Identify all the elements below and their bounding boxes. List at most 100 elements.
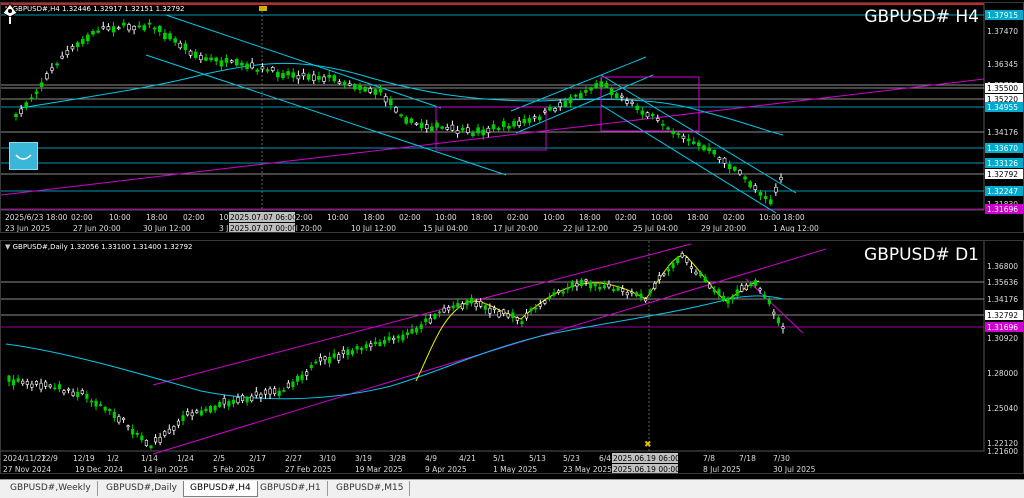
h4-candle: [137, 25, 142, 28]
h4-time-label: 10:00: [651, 213, 673, 222]
h4-cyan-channel-upper: [165, 14, 442, 109]
d1-candle: [744, 284, 748, 290]
d1-price-label: 1.21600: [987, 447, 1018, 456]
h4-candle: [522, 118, 527, 124]
d1-candle: [227, 401, 231, 407]
h4-time-label: 18:00: [363, 213, 385, 222]
h4-candle: [96, 30, 100, 33]
h4-time-label: 2025/6/23 18:00: [5, 213, 68, 222]
h4-candle: [60, 55, 65, 59]
d1-candle: [666, 269, 671, 272]
d1-candle: [396, 335, 400, 339]
cup-tool-icon[interactable]: [9, 142, 38, 170]
h4-candle: [681, 135, 686, 139]
h4-marker: [259, 6, 267, 11]
d1-candle: [144, 440, 148, 446]
d1-candle: [735, 289, 739, 296]
h4-candle: [409, 118, 414, 123]
h4-candle: [476, 127, 480, 134]
h4-candle: [39, 82, 44, 87]
d1-candle: [364, 344, 368, 349]
d1-chart-pane[interactable]: 1.36800 1.35636 1.34176 1.32792 1.31696 1.309…: [0, 240, 1024, 474]
h4-price-label: 1.36345: [987, 60, 1018, 69]
h4-candle: [317, 75, 321, 80]
h4-candle: [697, 142, 701, 147]
d1-candle: [570, 281, 574, 288]
d1-candle: [767, 299, 771, 305]
h4-candle: [763, 196, 768, 199]
h4-candle: [368, 88, 373, 93]
d1-time-label: 1/2: [107, 454, 119, 463]
h4-candle: [347, 83, 352, 86]
h4-candle: [240, 62, 244, 66]
d1-candle: [273, 388, 277, 394]
h4-chart-canvas[interactable]: 1.379151.374701.363451.357061.355001.352…: [1, 3, 1024, 233]
d1-candle: [25, 381, 29, 385]
d1-candle: [7, 375, 11, 382]
h4-candle: [111, 26, 116, 33]
d1-candle: [34, 381, 39, 385]
h4-candle: [224, 58, 229, 63]
d1-info-text: GBPUSD#,Daily 1.32056 1.33100 1.31400 1.…: [12, 243, 193, 251]
d1-candle: [451, 305, 455, 309]
h4-candle: [127, 24, 131, 31]
h4-candle: [419, 122, 424, 129]
chart-tab[interactable]: GBPUSD#,M15: [330, 481, 411, 496]
h4-candle: [260, 66, 265, 70]
h4-magenta-trendline: [1, 78, 985, 196]
h4-candle: [404, 117, 409, 124]
h4-chart-pane[interactable]: 1.379151.374701.363451.357061.355001.352…: [0, 2, 1024, 233]
h4-candle: [722, 157, 727, 164]
d1-candle: [776, 317, 780, 324]
h4-symbol-info: ▼ GBPUSD#,H4 1.32446 1.32917 1.32151 1.3…: [5, 5, 185, 13]
pen-icon[interactable]: [1, 3, 19, 25]
d1-candle: [62, 390, 66, 394]
d1-candle: [218, 402, 222, 407]
d1-candle: [126, 425, 130, 428]
h4-candle: [219, 60, 224, 67]
h4-candle: [132, 25, 136, 31]
h4-price-label: 1.37470: [987, 27, 1018, 36]
d1-candle: [694, 271, 698, 275]
d1-candle: [566, 287, 570, 290]
d1-date-label: 19 Dec 2024: [75, 465, 123, 474]
h4-candle: [178, 42, 183, 49]
d1-candle: [300, 374, 304, 381]
h4-candle: [645, 112, 650, 118]
d1-candle: [378, 342, 382, 346]
chart-tab[interactable]: GBPUSD#,Weekly: [4, 481, 98, 496]
d1-candle: [630, 291, 634, 294]
h4-candle: [19, 108, 23, 114]
d1-candle: [589, 282, 593, 289]
d1-candle: [318, 356, 322, 362]
h4-date-label: 15 Jul 04:00: [423, 224, 468, 233]
h4-candle: [363, 86, 367, 92]
d1-candle: [584, 279, 588, 282]
h4-candle: [440, 126, 444, 129]
d1-time-label: 2/5: [213, 454, 225, 463]
d1-candle: [360, 347, 364, 351]
d1-time-label: 3/19: [355, 454, 372, 463]
h4-candle: [558, 102, 563, 108]
h4-candle: [496, 128, 501, 130]
h4-candle: [378, 88, 383, 93]
d1-candle: [763, 294, 767, 298]
d1-candle: [135, 432, 139, 435]
d1-chart-canvas[interactable]: 1.36800 1.35636 1.34176 1.32792 1.31696 1.309…: [1, 241, 1024, 474]
chart-tab[interactable]: GBPUSD#,H1: [254, 481, 328, 496]
d1-candle: [163, 431, 167, 436]
h4-candle: [157, 25, 162, 32]
h4-candle: [281, 73, 285, 78]
d1-candle: [749, 282, 753, 287]
d1-candle: [712, 289, 716, 293]
d1-candle: [76, 391, 80, 398]
chart-tab[interactable]: GBPUSD#,H4: [183, 481, 258, 497]
h4-price-label: 1.35500: [987, 84, 1018, 93]
chart-tab[interactable]: GBPUSD#,Daily: [100, 481, 184, 496]
h4-time-label: 18:00: [471, 213, 493, 222]
h4-candle: [24, 102, 29, 109]
h4-candle: [152, 27, 157, 30]
d1-candle: [44, 381, 48, 387]
d1-time-label: 3/10: [319, 454, 336, 463]
h4-candle: [471, 132, 475, 136]
